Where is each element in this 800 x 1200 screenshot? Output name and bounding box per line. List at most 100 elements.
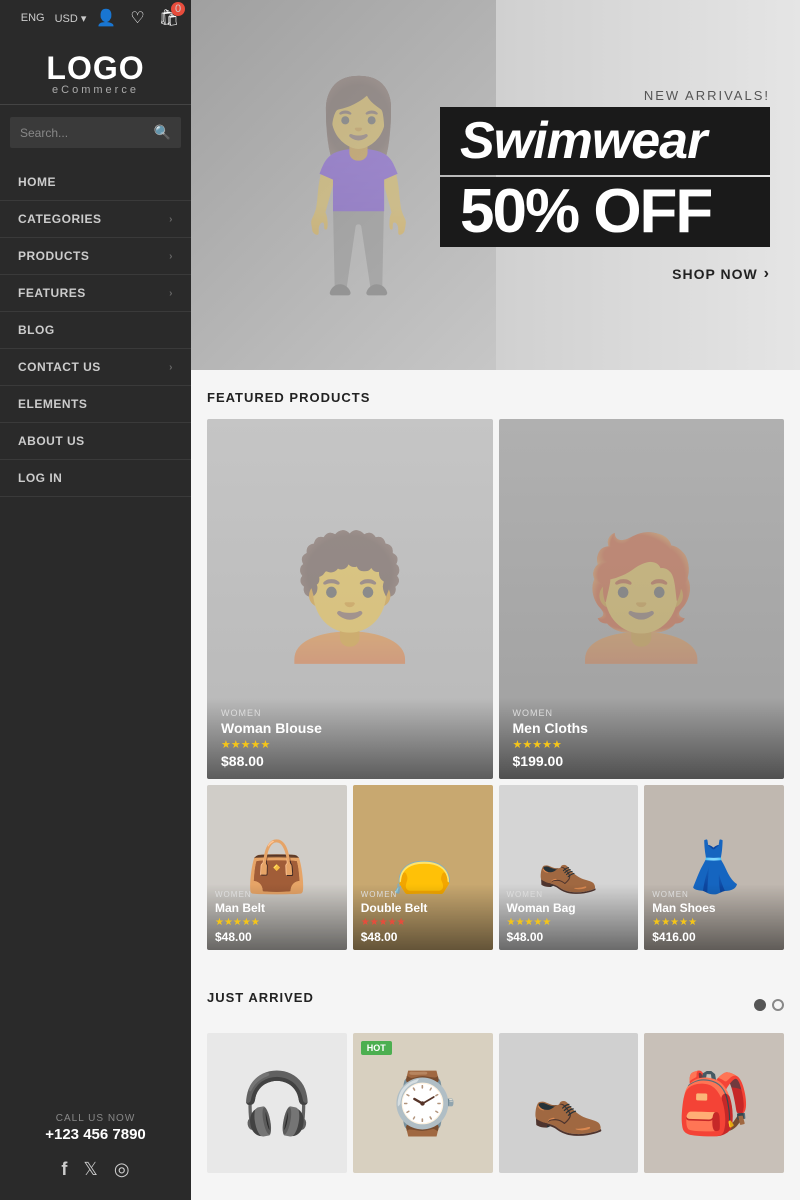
- product-price: $416.00: [652, 930, 776, 944]
- product-name: Woman Bag: [507, 901, 631, 915]
- carousel-dot-2[interactable]: [772, 999, 784, 1011]
- logo[interactable]: LOGO: [0, 52, 191, 84]
- product-price: $199.00: [513, 753, 771, 769]
- hero-new-arrivals: NEW ARRIVALS!: [644, 88, 770, 103]
- product-name: Double Belt: [361, 901, 485, 915]
- social-links: f 𝕏 ◎: [0, 1149, 191, 1200]
- hero-discount: 50% OFF: [460, 181, 750, 243]
- featured-small-grid: 👜 WOMEN Man Belt ★★★★★ $48.00 👝 WOMEN Do…: [207, 785, 784, 950]
- sidebar: ENG USD ▾ 👤 ♡ 🛍0 LOGO eCommerce 🔍 HOMECA…: [0, 0, 191, 1200]
- chevron-right-icon: ›: [169, 214, 173, 225]
- product-category: WOMEN: [361, 890, 485, 899]
- sidebar-item-about[interactable]: ABOUT US: [0, 423, 191, 460]
- phone-number[interactable]: +123 456 7890: [0, 1126, 191, 1143]
- sidebar-item-home[interactable]: HOME: [0, 164, 191, 201]
- carousel-dots: [754, 999, 784, 1011]
- sidebar-item-login[interactable]: LOG IN: [0, 460, 191, 497]
- product-name: Man Shoes: [652, 901, 776, 915]
- carousel-dot-1[interactable]: [754, 999, 766, 1011]
- hero-title: Swimwear: [460, 115, 750, 167]
- twitter-link[interactable]: 𝕏: [83, 1159, 98, 1180]
- hero-title-box: Swimwear: [440, 107, 770, 175]
- just-arrived-header: JUST ARRIVED: [207, 990, 784, 1019]
- nav-link-blog[interactable]: BLOG: [0, 312, 191, 348]
- hero-banner: 🧍‍♀️ NEW ARRIVALS! Swimwear 50% OFF SHOP…: [191, 0, 800, 370]
- nav-link-elements[interactable]: ELEMENTS: [0, 386, 191, 422]
- product-card-man-shoes[interactable]: 👗 WOMEN Man Shoes ★★★★★ $416.00: [644, 785, 784, 950]
- arrived-card-bag[interactable]: 🎒: [644, 1033, 784, 1173]
- nav-link-features[interactable]: FEATURES›: [0, 275, 191, 311]
- call-label: CALL US NOW: [0, 1113, 191, 1124]
- featured-products-section: FEATURED PRODUCTS 🧑‍🦱 WOMEN Woman Blouse…: [191, 370, 800, 970]
- product-name: Men Cloths: [513, 720, 771, 736]
- language-selector[interactable]: ENG: [21, 12, 45, 24]
- product-info: WOMEN Man Belt ★★★★★ $48.00: [207, 884, 347, 950]
- product-card-men-cloths[interactable]: 🧑‍🦰 WOMEN Men Cloths ★★★★★ $199.00: [499, 419, 785, 779]
- sidebar-item-elements[interactable]: ELEMENTS: [0, 386, 191, 423]
- nav-link-login[interactable]: LOG IN: [0, 460, 191, 496]
- chevron-right-icon: ›: [169, 288, 173, 299]
- product-category: WOMEN: [221, 708, 479, 718]
- nav-link-products[interactable]: PRODUCTS›: [0, 238, 191, 274]
- logo-subtitle: eCommerce: [0, 84, 191, 96]
- just-arrived-grid: 🎧 HOT ⌚ 👞 🎒: [207, 1033, 784, 1173]
- product-price: $48.00: [215, 930, 339, 944]
- featured-large-grid: 🧑‍🦱 WOMEN Woman Blouse ★★★★★ $88.00 🧑‍🦰 …: [207, 419, 784, 779]
- arrived-card-shoes[interactable]: 👞: [499, 1033, 639, 1173]
- main-content: 🧍‍♀️ NEW ARRIVALS! Swimwear 50% OFF SHOP…: [191, 0, 800, 1200]
- just-arrived-section: JUST ARRIVED 🎧 HOT ⌚ 👞 🎒: [191, 970, 800, 1193]
- product-info: WOMEN Men Cloths ★★★★★ $199.00: [499, 698, 785, 779]
- product-info: WOMEN Double Belt ★★★★★ $48.00: [353, 884, 493, 950]
- search-bar: 🔍: [10, 117, 181, 148]
- product-price: $48.00: [507, 930, 631, 944]
- product-card-woman-blouse[interactable]: 🧑‍🦱 WOMEN Woman Blouse ★★★★★ $88.00: [207, 419, 493, 779]
- product-stars: ★★★★★: [361, 917, 485, 928]
- sidebar-item-blog[interactable]: BLOG: [0, 312, 191, 349]
- just-arrived-title: JUST ARRIVED: [207, 990, 314, 1005]
- product-price: $48.00: [361, 930, 485, 944]
- hero-text-area: NEW ARRIVALS! Swimwear 50% OFF SHOP NOW …: [440, 0, 780, 370]
- currency-selector[interactable]: USD ▾: [55, 12, 87, 25]
- product-card-double-belt[interactable]: 👝 WOMEN Double Belt ★★★★★ $48.00: [353, 785, 493, 950]
- product-name: Man Belt: [215, 901, 339, 915]
- product-category: WOMEN: [652, 890, 776, 899]
- sidebar-item-contact[interactable]: CONTACT US›: [0, 349, 191, 386]
- product-stars: ★★★★★: [221, 738, 479, 751]
- search-input[interactable]: [10, 119, 144, 147]
- product-name: Woman Blouse: [221, 720, 479, 736]
- nav-link-home[interactable]: HOME: [0, 164, 191, 200]
- product-stars: ★★★★★: [652, 917, 776, 928]
- sidebar-item-products[interactable]: PRODUCTS›: [0, 238, 191, 275]
- sidebar-item-features[interactable]: FEATURES›: [0, 275, 191, 312]
- product-stars: ★★★★★: [215, 917, 339, 928]
- shop-now-button[interactable]: SHOP NOW ›: [672, 265, 770, 283]
- wishlist-icon[interactable]: ♡: [130, 8, 144, 28]
- logo-area: LOGO eCommerce: [0, 36, 191, 105]
- search-icon[interactable]: 🔍: [144, 117, 181, 148]
- product-info: WOMEN Woman Bag ★★★★★ $48.00: [499, 884, 639, 950]
- facebook-link[interactable]: f: [61, 1159, 67, 1180]
- cart-icon[interactable]: 🛍0: [159, 8, 179, 28]
- cart-badge: 0: [171, 2, 185, 16]
- sidebar-topbar: ENG USD ▾ 👤 ♡ 🛍0: [0, 0, 191, 36]
- product-info: WOMEN Woman Blouse ★★★★★ $88.00: [207, 698, 493, 779]
- arrived-card-headphones[interactable]: 🎧: [207, 1033, 347, 1173]
- featured-title: FEATURED PRODUCTS: [207, 390, 784, 405]
- product-category: WOMEN: [507, 890, 631, 899]
- product-stars: ★★★★★: [507, 917, 631, 928]
- arrived-card-watch[interactable]: HOT ⌚: [353, 1033, 493, 1173]
- user-icon[interactable]: 👤: [96, 8, 116, 28]
- nav-menu: HOMECATEGORIES›PRODUCTS›FEATURES›BLOGCON…: [0, 164, 191, 497]
- product-info: WOMEN Man Shoes ★★★★★ $416.00: [644, 884, 784, 950]
- product-stars: ★★★★★: [513, 738, 771, 751]
- product-card-man-belt[interactable]: 👜 WOMEN Man Belt ★★★★★ $48.00: [207, 785, 347, 950]
- nav-link-categories[interactable]: CATEGORIES›: [0, 201, 191, 237]
- product-card-woman-bag[interactable]: 👞 WOMEN Woman Bag ★★★★★ $48.00: [499, 785, 639, 950]
- product-category: WOMEN: [513, 708, 771, 718]
- nav-link-about[interactable]: ABOUT US: [0, 423, 191, 459]
- instagram-link[interactable]: ◎: [114, 1159, 130, 1180]
- product-category: WOMEN: [215, 890, 339, 899]
- nav-link-contact[interactable]: CONTACT US›: [0, 349, 191, 385]
- sidebar-item-categories[interactable]: CATEGORIES›: [0, 201, 191, 238]
- chevron-right-icon: ›: [169, 251, 173, 262]
